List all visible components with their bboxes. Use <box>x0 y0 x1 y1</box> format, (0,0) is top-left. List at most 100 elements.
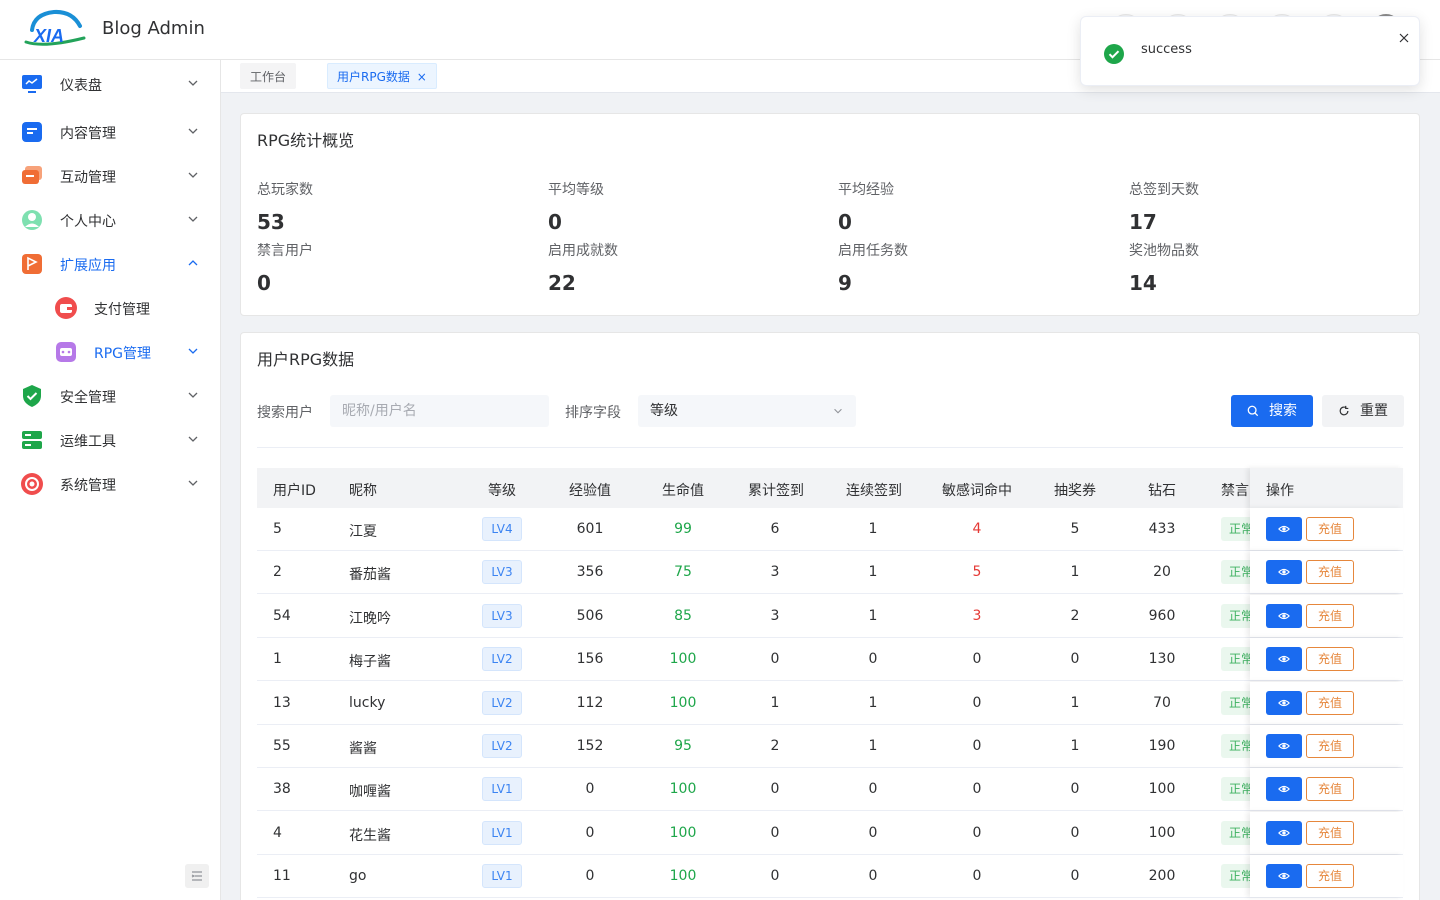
cell-lottery-tickets: 0 <box>1070 651 1080 668</box>
eye-icon <box>1278 699 1290 706</box>
cell-diamond: 100 <box>1148 824 1176 841</box>
toast-message: success <box>1141 42 1192 57</box>
cell-hp: 100 <box>669 694 697 711</box>
table-row: 54 江晚吟 506 85 3 1 3 2 960 LV3 正常 充值 <box>257 594 1403 638</box>
recharge-button[interactable]: 充值 <box>1306 777 1354 802</box>
sort-field-label: 排序字段 <box>565 405 621 421</box>
stat-value: 53 <box>257 210 285 234</box>
sort-field-select[interactable]: 等级 <box>638 395 856 427</box>
chevron-down-icon <box>188 436 198 442</box>
refresh-icon <box>1339 405 1349 416</box>
collapse-sidebar-icon[interactable] <box>185 864 209 888</box>
sidebar-item-interaction[interactable]: 互动管理 <box>0 154 220 198</box>
reset-button[interactable]: 重置 <box>1322 395 1404 427</box>
th-nickname: 昵称 <box>349 483 377 499</box>
cell-hp: 99 <box>674 521 692 537</box>
sidebar-item-label: 仪表盘 <box>60 78 102 94</box>
view-button[interactable] <box>1266 517 1302 541</box>
tools-icon <box>22 431 42 449</box>
view-button[interactable] <box>1266 647 1302 672</box>
success-toast: success <box>1080 16 1420 86</box>
monitor-icon <box>22 75 42 93</box>
tab-user-rpg[interactable]: 用户RPG数据 × <box>327 63 437 89</box>
sidebar-item-system[interactable]: 系统管理 <box>0 462 220 506</box>
sidebar-item-dashboard[interactable]: 仪表盘 <box>0 62 220 106</box>
stat-label: 平均等级 <box>548 182 604 198</box>
th-actions-col: 操作 <box>1250 468 1403 508</box>
actions-cell: 充值 <box>1250 768 1403 811</box>
search-input[interactable]: 昵称/用户名 <box>330 395 549 427</box>
sidebar-item-security[interactable]: 安全管理 <box>0 374 220 418</box>
cell-nickname: go <box>349 868 367 885</box>
cell-user-id: 13 <box>273 694 291 711</box>
wallet-icon <box>55 297 77 319</box>
view-button[interactable] <box>1266 864 1302 889</box>
sidebar-item-personal[interactable]: 个人中心 <box>0 198 220 242</box>
chevron-down-icon <box>188 348 198 354</box>
actions-cell: 充值 <box>1250 508 1403 550</box>
view-button[interactable] <box>1266 777 1302 802</box>
view-button[interactable] <box>1266 560 1302 585</box>
recharge-button[interactable]: 充值 <box>1306 820 1354 845</box>
recharge-button[interactable]: 充值 <box>1306 864 1354 889</box>
cell-total-checkin: 0 <box>770 781 780 798</box>
eye-icon <box>1278 612 1290 619</box>
actions-cell: 充值 <box>1250 725 1403 767</box>
th-streak-checkin: 连续签到 <box>846 483 902 499</box>
cell-user-id: 38 <box>273 781 291 798</box>
chevron-down-icon <box>188 216 198 222</box>
actions-cell: 充值 <box>1250 551 1403 594</box>
settings-icon <box>21 473 43 495</box>
cell-sensitive-hits: 0 <box>972 868 982 885</box>
cell-sensitive-hits: 0 <box>972 651 982 668</box>
sidebar-item-content[interactable]: 内容管理 <box>0 110 220 154</box>
th-actions: 操作 <box>1266 483 1294 499</box>
sidebar-item-label: 内容管理 <box>60 126 116 142</box>
sidebar-item-label: 安全管理 <box>60 390 116 406</box>
cell-lottery-tickets: 5 <box>1070 521 1080 537</box>
cell-sensitive-hits: 0 <box>972 824 982 841</box>
search-button[interactable]: 搜索 <box>1231 395 1313 427</box>
cell-diamond: 70 <box>1153 694 1171 711</box>
close-icon[interactable]: × <box>417 70 427 84</box>
sidebar-item-payment[interactable]: 支付管理 <box>0 286 220 330</box>
level-badge: LV2 <box>482 690 522 715</box>
recharge-button[interactable]: 充值 <box>1306 647 1354 672</box>
stat-value: 0 <box>838 210 852 234</box>
stat-label: 启用任务数 <box>838 243 908 259</box>
check-circle-icon <box>1104 44 1124 64</box>
stat-label: 总玩家数 <box>257 182 313 198</box>
cell-exp: 356 <box>576 564 604 581</box>
logo-icon[interactable]: XIA <box>24 8 88 50</box>
close-icon[interactable] <box>1399 33 1409 43</box>
view-button[interactable] <box>1266 603 1302 628</box>
sidebar-item-label: 支付管理 <box>94 302 150 318</box>
stat-value: 17 <box>1129 210 1157 234</box>
shield-icon <box>23 385 41 407</box>
cell-nickname: 酱酱 <box>349 741 377 757</box>
cell-diamond: 960 <box>1148 607 1176 624</box>
chat-icon <box>22 166 42 184</box>
cell-streak-checkin: 1 <box>868 607 878 624</box>
recharge-button[interactable]: 充值 <box>1306 517 1354 541</box>
tab-workbench[interactable]: 工作台 <box>240 63 297 89</box>
recharge-button[interactable]: 充值 <box>1306 734 1354 758</box>
sidebar-item-extension[interactable]: 扩展应用 <box>0 242 220 286</box>
recharge-button[interactable]: 充值 <box>1306 560 1354 585</box>
table-header: 用户ID 昵称 等级 经验值 生命值 累计签到 连续签到 敏感词命中 抽奖券 钻… <box>257 468 1403 508</box>
cell-lottery-tickets: 2 <box>1070 607 1080 624</box>
cell-streak-checkin: 0 <box>868 651 878 668</box>
view-button[interactable] <box>1266 820 1302 845</box>
view-button[interactable] <box>1266 690 1302 715</box>
cell-streak-checkin: 1 <box>868 738 878 754</box>
level-badge: LV3 <box>482 560 522 585</box>
cell-sensitive-hits: 0 <box>972 738 982 754</box>
sidebar-item-ops[interactable]: 运维工具 <box>0 418 220 462</box>
sidebar-item-rpg[interactable]: RPG管理 <box>0 330 220 374</box>
stat-label: 启用成就数 <box>548 243 618 259</box>
cell-user-id: 5 <box>273 521 282 537</box>
recharge-button[interactable]: 充值 <box>1306 603 1354 628</box>
stat-label: 奖池物品数 <box>1129 243 1199 259</box>
recharge-button[interactable]: 充值 <box>1306 690 1354 715</box>
view-button[interactable] <box>1266 734 1302 758</box>
